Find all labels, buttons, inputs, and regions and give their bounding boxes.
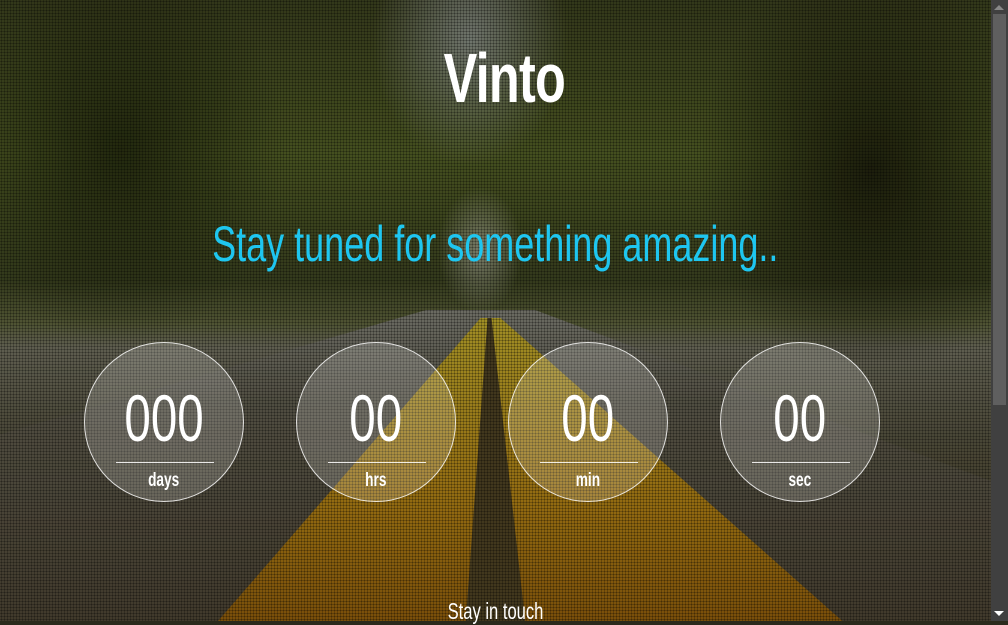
countdown-value: 00: [561, 381, 615, 455]
vertical-scrollbar[interactable]: [991, 0, 1008, 621]
countdown-seconds: 00 sec: [720, 342, 880, 502]
countdown-value: 00: [773, 381, 827, 455]
divider: [116, 462, 214, 463]
countdown-label: sec: [788, 470, 812, 491]
divider: [540, 462, 638, 463]
countdown-label: days: [148, 470, 180, 491]
scrollbar-thumb[interactable]: [993, 14, 1006, 405]
countdown-label: hrs: [365, 470, 387, 491]
divider: [328, 462, 426, 463]
scroll-up-arrow-icon[interactable]: [994, 5, 1004, 10]
site-title: Vinto: [443, 39, 565, 117]
tagline: Stay tuned for something amazing..: [212, 216, 779, 272]
divider: [752, 462, 850, 463]
countdown-value: 000: [124, 381, 204, 455]
countdown-minutes: 00 min: [508, 342, 668, 502]
countdown-label: min: [575, 470, 601, 491]
scroll-down-arrow-icon[interactable]: [994, 611, 1004, 616]
countdown-hours: 00 hrs: [296, 342, 456, 502]
countdown-days: 000 days: [84, 342, 244, 502]
countdown-value: 00: [349, 381, 403, 455]
main-content: Vinto Stay tuned for something amazing..…: [0, 0, 991, 624]
